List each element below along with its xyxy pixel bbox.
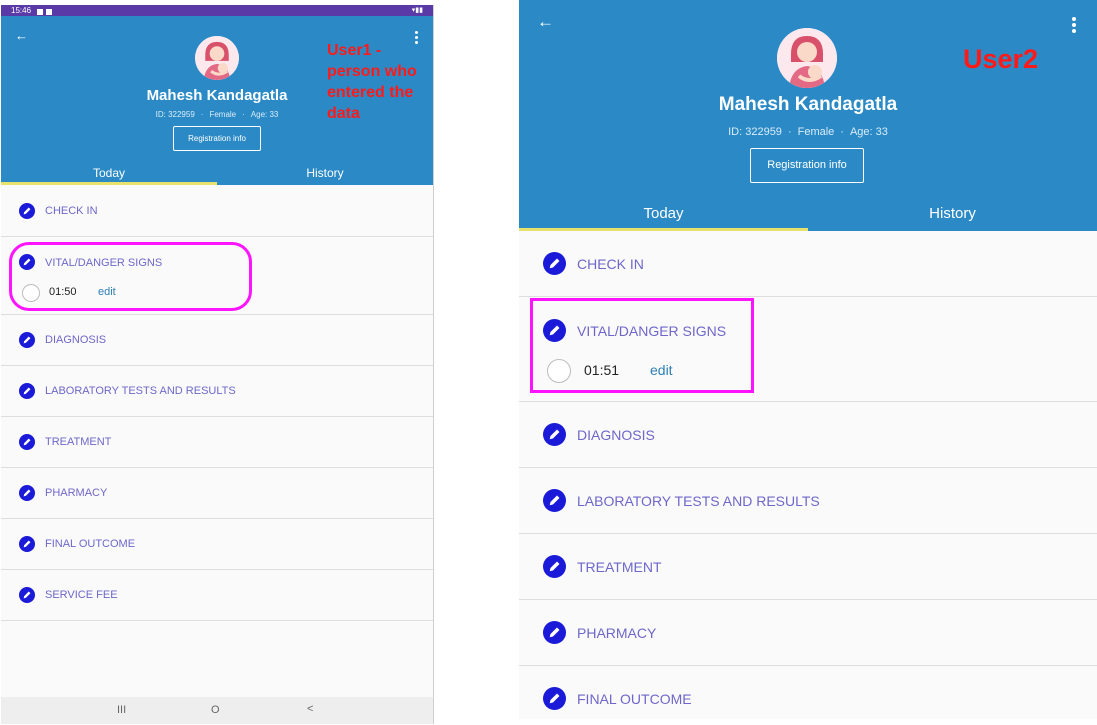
pencil-icon[interactable] (543, 489, 566, 512)
section-service-fee[interactable]: SERVICE FEE (1, 570, 433, 621)
section-label: TREATMENT (45, 436, 112, 448)
tab-bar: Today History (519, 202, 1097, 231)
user2-screen: ← Mahesh Kandagatla ID: 322959 · Female · Ag… (519, 0, 1097, 719)
status-time: 15:46 (11, 6, 32, 15)
section-diagnosis[interactable]: DIAGNOSIS (519, 402, 1097, 468)
patient-header: ← Mahesh Kandagatla ID: 322959 · Female · Ag… (1, 16, 433, 185)
home-icon[interactable]: O (211, 704, 220, 716)
patient-age: Age: 33 (849, 126, 888, 138)
user1-annotation: User1 - person who entered the data (327, 42, 417, 122)
pencil-icon[interactable] (19, 587, 35, 603)
mother-baby-avatar-icon (195, 36, 239, 80)
back-nav-icon[interactable]: < (307, 703, 313, 715)
registration-info-button[interactable]: Registration info (173, 126, 261, 151)
section-label: LABORATORY TESTS AND RESULTS (577, 493, 820, 509)
tab-history[interactable]: History (217, 165, 433, 185)
section-treatment[interactable]: TREATMENT (1, 417, 433, 468)
patient-age: Age: 33 (250, 110, 279, 119)
user1-screen: 15:46 ▾▮▮ ← Mahesh Kandagatla ID: 322959… (1, 5, 434, 724)
back-arrow-icon[interactable]: ← (537, 12, 554, 32)
section-label: DIAGNOSIS (577, 427, 655, 443)
patient-id: ID: 322959 (155, 110, 195, 119)
section-label: CHECK IN (45, 205, 98, 217)
tab-history[interactable]: History (808, 202, 1097, 231)
mother-baby-avatar-icon (777, 28, 837, 88)
tab-bar: Today History (1, 165, 433, 185)
section-laboratory-tests[interactable]: LABORATORY TESTS AND RESULTS (1, 366, 433, 417)
recents-icon[interactable]: III (117, 704, 126, 716)
tab-today[interactable]: Today (519, 202, 808, 231)
signal-battery-icon: ▾▮▮ (411, 7, 423, 14)
section-label: LABORATORY TESTS AND RESULTS (45, 385, 236, 397)
section-label: PHARMACY (45, 487, 108, 499)
section-label: SERVICE FEE (45, 589, 118, 601)
system-nav-bar: III O < (1, 697, 433, 724)
patient-id: ID: 322959 (728, 126, 782, 138)
section-laboratory-tests[interactable]: LABORATORY TESTS AND RESULTS (519, 468, 1097, 534)
status-bar: 15:46 ▾▮▮ (1, 5, 433, 16)
section-pharmacy[interactable]: PHARMACY (1, 468, 433, 519)
pencil-icon[interactable] (19, 332, 35, 348)
section-pharmacy[interactable]: PHARMACY (519, 600, 1097, 666)
section-label: CHECK IN (577, 256, 644, 272)
patient-sex: Female (209, 110, 237, 119)
section-label: PHARMACY (577, 625, 657, 641)
pencil-icon[interactable] (19, 485, 35, 501)
section-label: FINAL OUTCOME (45, 538, 136, 550)
user2-annotation: User2 (963, 44, 1039, 74)
section-label: FINAL OUTCOME (577, 691, 692, 707)
patient-meta: ID: 322959 · Female · Age: 33 (728, 126, 888, 138)
pencil-icon[interactable] (543, 621, 566, 644)
pencil-icon[interactable] (543, 423, 566, 446)
pencil-icon[interactable] (543, 252, 566, 275)
section-check-in[interactable]: CHECK IN (1, 185, 433, 237)
patient-name: Mahesh Kandagatla (718, 94, 898, 115)
tab-today[interactable]: Today (1, 165, 217, 185)
pencil-icon[interactable] (19, 434, 35, 450)
section-treatment[interactable]: TREATMENT (519, 534, 1097, 600)
section-final-outcome[interactable]: FINAL OUTCOME (519, 666, 1097, 719)
pencil-icon[interactable] (543, 687, 566, 710)
pencil-icon[interactable] (543, 555, 566, 578)
pencil-icon[interactable] (19, 203, 35, 219)
back-arrow-icon[interactable]: ← (15, 28, 28, 43)
more-vert-icon[interactable] (1072, 17, 1076, 35)
pencil-icon[interactable] (19, 536, 35, 552)
section-check-in[interactable]: CHECK IN (519, 231, 1097, 297)
patient-header: ← Mahesh Kandagatla ID: 322959 · Female · Ag… (519, 0, 1097, 231)
pencil-icon[interactable] (19, 383, 35, 399)
user1-highlight-outline (9, 242, 252, 311)
section-label: TREATMENT (577, 559, 662, 575)
section-diagnosis[interactable]: DIAGNOSIS (1, 315, 433, 366)
section-final-outcome[interactable]: FINAL OUTCOME (1, 519, 433, 570)
registration-info-button[interactable]: Registration info (750, 148, 864, 183)
patient-sex: Female (797, 126, 835, 138)
section-label: DIAGNOSIS (45, 334, 107, 346)
user2-highlight-outline (530, 298, 754, 393)
